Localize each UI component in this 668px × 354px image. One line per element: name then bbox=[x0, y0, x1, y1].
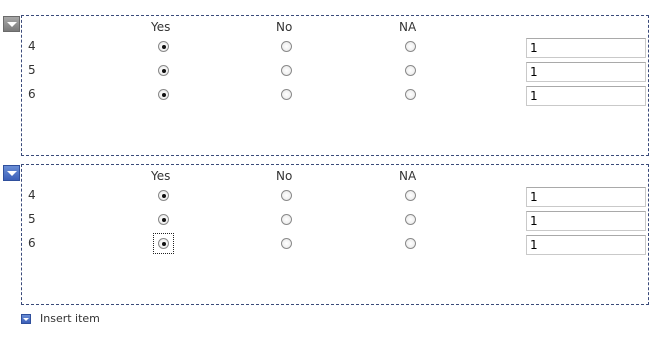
quantity-field[interactable] bbox=[526, 62, 646, 82]
repeating-section-2: Yes No NA 4 5 6 bbox=[21, 164, 649, 305]
radio-yes[interactable] bbox=[158, 238, 169, 249]
repeating-section-1: Yes No NA 4 5 6 bbox=[21, 15, 649, 156]
quantity-field[interactable] bbox=[526, 187, 646, 207]
radio-no[interactable] bbox=[281, 190, 292, 201]
quantity-field[interactable] bbox=[526, 211, 646, 231]
radio-yes[interactable] bbox=[158, 89, 169, 100]
header-no: No bbox=[276, 20, 293, 34]
radio-yes[interactable] bbox=[158, 41, 169, 52]
quantity-field[interactable] bbox=[526, 235, 646, 255]
radio-no[interactable] bbox=[281, 214, 292, 225]
insert-item-label: Insert item bbox=[40, 312, 100, 325]
radio-yes[interactable] bbox=[158, 65, 169, 76]
section-1-menu-handle[interactable] bbox=[3, 16, 20, 32]
header-yes: Yes bbox=[151, 169, 171, 183]
row-label: 6 bbox=[28, 236, 36, 250]
chevron-down-icon bbox=[7, 171, 17, 176]
row-label: 5 bbox=[28, 63, 36, 77]
quantity-field[interactable] bbox=[526, 38, 646, 58]
header-na: NA bbox=[399, 20, 417, 34]
header-na: NA bbox=[399, 169, 417, 183]
radio-na[interactable] bbox=[405, 190, 416, 201]
row-label: 4 bbox=[28, 39, 36, 53]
row-label: 5 bbox=[28, 212, 36, 226]
header-yes: Yes bbox=[151, 20, 171, 34]
radio-no[interactable] bbox=[281, 89, 292, 100]
radio-na[interactable] bbox=[405, 41, 416, 52]
radio-no[interactable] bbox=[281, 41, 292, 52]
row-label: 4 bbox=[28, 188, 36, 202]
radio-no[interactable] bbox=[281, 65, 292, 76]
radio-na[interactable] bbox=[405, 89, 416, 100]
radio-yes[interactable] bbox=[158, 214, 169, 225]
quantity-field[interactable] bbox=[526, 86, 646, 106]
down-arrow-icon bbox=[21, 313, 31, 324]
radio-na[interactable] bbox=[405, 65, 416, 76]
header-no: No bbox=[276, 169, 293, 183]
section-2-menu-handle[interactable] bbox=[3, 165, 20, 181]
radio-no[interactable] bbox=[281, 238, 292, 249]
row-label: 6 bbox=[28, 87, 36, 101]
radio-yes[interactable] bbox=[158, 190, 169, 201]
insert-item-link[interactable]: Insert item bbox=[21, 312, 100, 325]
radio-na[interactable] bbox=[405, 238, 416, 249]
chevron-down-icon bbox=[7, 22, 17, 27]
radio-na[interactable] bbox=[405, 214, 416, 225]
